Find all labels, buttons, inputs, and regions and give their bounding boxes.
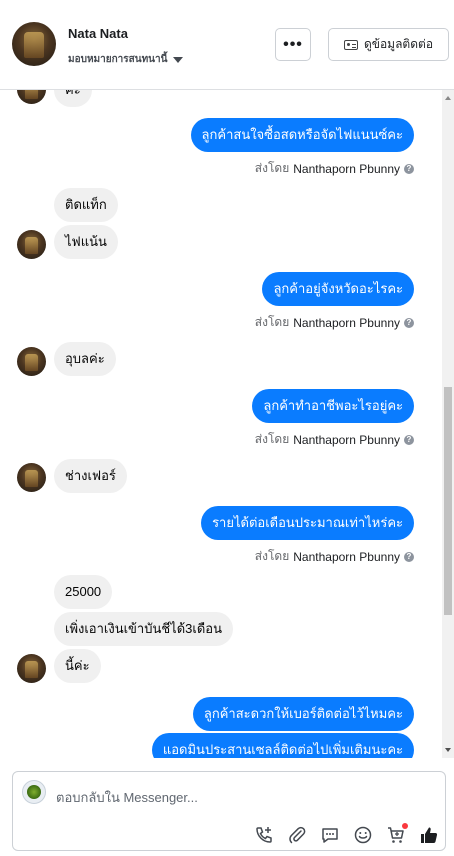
sent-by-label: ส่งโดย Nanthaporn Pbunny ? <box>255 547 414 566</box>
more-icon: ••• <box>283 35 303 53</box>
incoming-message: นี้ค่ะ <box>54 649 101 683</box>
composer-toolbar <box>253 823 440 846</box>
assign-conversation-dropdown[interactable]: มอบหมายการสนทนานี้ <box>68 52 184 67</box>
sent-by-label: ส่งโดย Nanthaporn Pbunny ? <box>255 313 414 332</box>
cart-icon[interactable] <box>385 823 408 846</box>
contact-avatar-small <box>17 463 46 492</box>
attachment-icon[interactable] <box>286 824 308 846</box>
emoji-icon[interactable] <box>352 824 374 846</box>
sent-by-label: ส่งโดย Nanthaporn Pbunny ? <box>255 430 414 449</box>
more-options-button[interactable]: ••• <box>275 28 311 61</box>
page-avatar <box>22 780 46 804</box>
scroll-down-arrow-icon[interactable] <box>445 748 451 752</box>
message-thread[interactable]: ค่ะ ลูกค้าสนใจซื้อสดหรือจัดไฟแนนซ์คะ ส่ง… <box>0 90 442 758</box>
chevron-down-icon <box>173 56 184 63</box>
outgoing-message: แอดมินประสานเซลล์ติดต่อไปเพิ่มเติมนะคะ <box>151 733 414 758</box>
sender-name[interactable]: Nanthaporn Pbunny <box>293 162 400 176</box>
like-icon[interactable] <box>418 824 440 846</box>
sender-name[interactable]: Nanthaporn Pbunny <box>293 433 400 447</box>
contact-avatar-small <box>17 230 46 259</box>
help-icon[interactable]: ? <box>404 317 414 328</box>
reply-composer: ตอบกลับใน Messenger... <box>0 758 454 856</box>
sent-by-label: ส่งโดย Nanthaporn Pbunny ? <box>255 159 414 178</box>
assign-label: มอบหมายการสนทนานี้ <box>68 54 168 65</box>
view-contact-info-label: ดูข้อมูลติดต่อ <box>363 37 434 51</box>
view-contact-info-button[interactable]: ดูข้อมูลติดต่อ <box>328 28 449 61</box>
help-icon[interactable]: ? <box>404 551 414 562</box>
incoming-message: ไฟแน้น <box>54 225 118 259</box>
outgoing-message: ลูกค้าสนใจซื้อสดหรือจัดไฟแนนซ์คะ <box>190 118 414 152</box>
id-card-icon <box>343 39 358 50</box>
scrollbar-thumb[interactable] <box>444 387 452 615</box>
incoming-message: ติดแท็ก <box>54 188 118 222</box>
reply-placeholder: ตอบกลับใน Messenger... <box>56 790 198 805</box>
contact-avatar-small <box>17 90 46 104</box>
contact-avatar-small <box>17 347 46 376</box>
help-icon[interactable]: ? <box>404 434 414 445</box>
help-icon[interactable]: ? <box>404 163 414 174</box>
call-add-icon[interactable] <box>253 824 275 846</box>
contact-avatar-small <box>17 654 46 683</box>
outgoing-message: ลูกค้าทำอาชีพอะไรอยู่คะ <box>252 389 414 423</box>
incoming-message: ช่างเฟอร์ <box>54 459 127 493</box>
sender-name[interactable]: Nanthaporn Pbunny <box>293 316 400 330</box>
reply-input[interactable]: ตอบกลับใน Messenger... <box>12 771 446 851</box>
outgoing-message: รายได้ต่อเดือนประมาณเท่าไหร่คะ <box>201 506 414 540</box>
outgoing-message: ลูกค้าสะดวกให้เบอร์ติดต่อไว้ไหมคะ <box>192 697 414 731</box>
contact-name[interactable]: Nata Nata <box>68 26 128 41</box>
outgoing-message: ลูกค้าอยู่จังหวัดอะไรคะ <box>262 272 414 306</box>
scroll-up-arrow-icon[interactable] <box>445 96 451 100</box>
incoming-message: เพิ่งเอาเงินเข้าบันชีได้3เดือน <box>54 612 233 646</box>
contact-avatar[interactable] <box>12 22 56 66</box>
incoming-message: อุบลค่ะ <box>54 342 116 376</box>
incoming-message: 25000 <box>54 575 113 609</box>
incoming-message: ค่ะ <box>54 90 92 107</box>
saved-reply-icon[interactable] <box>319 824 341 846</box>
sender-name[interactable]: Nanthaporn Pbunny <box>293 550 400 564</box>
message-scrollbar[interactable] <box>442 90 454 758</box>
notification-dot <box>402 823 408 829</box>
conversation-header: Nata Nata มอบหมายการสนทนานี้ ••• ดูข้อมู… <box>0 0 454 90</box>
